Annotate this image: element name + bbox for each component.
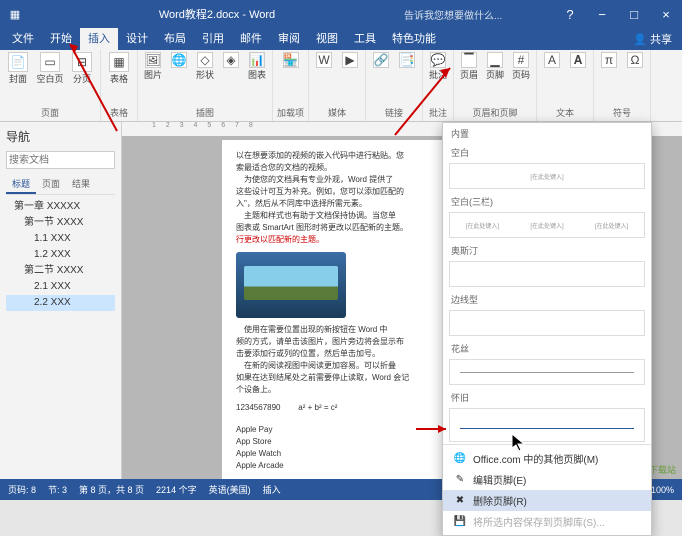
gallery-label-austin: 奥斯汀	[443, 240, 651, 259]
table-button[interactable]: ▦表格	[105, 52, 133, 85]
nav-title: 导航	[6, 128, 115, 145]
status-language[interactable]: 英语(美国)	[209, 483, 251, 496]
header-button[interactable]: ▔页眉	[458, 52, 480, 81]
wordart-button[interactable]: 𝐀	[567, 52, 589, 68]
store-button[interactable]: 🏪	[280, 52, 302, 68]
save-icon: 💾	[453, 516, 467, 527]
ribbon-group-text: 文本	[556, 106, 574, 119]
tab-insert[interactable]: 插入	[80, 28, 118, 50]
wikipedia-button[interactable]: W	[313, 52, 335, 68]
bookmark-button[interactable]: 📑	[396, 52, 418, 68]
gallery-label-edge: 边线型	[443, 289, 651, 308]
save-footer-menuitem: 💾将所选内容保存到页脚库(S)...	[443, 511, 651, 532]
globe-icon: 🌐	[453, 453, 467, 464]
symbol-button[interactable]: Ω	[624, 52, 646, 68]
tab-mailings[interactable]: 邮件	[232, 28, 270, 50]
status-page[interactable]: 页码: 8	[8, 483, 36, 496]
footer-thumb-blank3[interactable]: [在此处键入][在此处键入][在此处键入]	[449, 212, 645, 238]
ribbon-group-media: 媒体	[328, 106, 346, 119]
window-minimize[interactable]: −	[586, 7, 618, 22]
window-title: Word教程2.docx - Word	[30, 6, 404, 22]
nav-item[interactable]: 1.2 XXX	[6, 247, 115, 263]
nav-tab-pages[interactable]: 页面	[36, 175, 66, 194]
status-insert: 插入	[263, 483, 281, 496]
remove-footer-menuitem[interactable]: ✖删除页脚(R)	[443, 490, 651, 511]
app-icon: ▦	[0, 8, 30, 21]
tab-special[interactable]: 特色功能	[384, 28, 444, 50]
window-maximize[interactable]: □	[618, 7, 650, 22]
equation-button[interactable]: π	[598, 52, 620, 68]
tab-tools[interactable]: 工具	[346, 28, 384, 50]
nav-item[interactable]: 2.1 XXX	[6, 279, 115, 295]
comment-button[interactable]: 💬批注	[427, 52, 449, 81]
page-number-button[interactable]: #页码	[510, 52, 532, 81]
ribbon-group-addins: 加载项	[277, 106, 304, 119]
footer-thumb-flower[interactable]	[449, 359, 645, 385]
edit-footer-menuitem[interactable]: ✎编辑页脚(E)	[443, 469, 651, 490]
status-words[interactable]: 2214 个字	[156, 483, 197, 496]
ribbon-group-pages: 页面	[41, 106, 59, 119]
gallery-section-builtin: 内置	[443, 123, 651, 142]
tab-home[interactable]: 开始	[42, 28, 80, 50]
cover-page-button[interactable]: 📄封面	[4, 52, 32, 85]
gallery-label-blank3: 空白(三栏)	[443, 191, 651, 210]
footer-thumb-ribbon[interactable]	[449, 408, 645, 442]
gallery-label-ribbon: 怀旧	[443, 387, 651, 406]
blank-page-button[interactable]: ▭空白页	[36, 52, 64, 85]
cursor-icon	[512, 434, 526, 452]
ribbon-group-symbols: 符号	[613, 106, 631, 119]
online-pictures-button[interactable]: 🌐	[168, 52, 190, 68]
nav-item[interactable]: 第二节 XXXX	[6, 263, 115, 279]
nav-tree: 第一章 XXXXX 第一节 XXXX 1.1 XXX 1.2 XXX 第二节 X…	[6, 199, 115, 311]
ribbon-group-links: 链接	[385, 106, 403, 119]
tab-review[interactable]: 审阅	[270, 28, 308, 50]
tell-me-search[interactable]: 告诉我您想要做什么...	[404, 7, 554, 22]
picture-button[interactable]: 🖼图片	[142, 52, 164, 81]
ribbon-group-tables: 表格	[110, 106, 128, 119]
gallery-label-blank: 空白	[443, 142, 651, 161]
online-video-button[interactable]: ▶	[339, 52, 361, 68]
ribbon-group-headerfooter: 页眉和页脚	[473, 106, 518, 119]
nav-tab-results[interactable]: 结果	[66, 175, 96, 194]
window-close[interactable]: ×	[650, 7, 682, 22]
status-section: 节: 3	[48, 483, 67, 496]
nav-search-input[interactable]	[6, 151, 115, 169]
share-button[interactable]: 👤 共享	[623, 31, 682, 47]
tab-design[interactable]: 设计	[118, 28, 156, 50]
ribbon-group-comments: 批注	[429, 106, 447, 119]
status-pages[interactable]: 第 8 页，共 8 页	[79, 483, 144, 496]
footer-thumb-austin[interactable]	[449, 261, 645, 287]
tab-references[interactable]: 引用	[194, 28, 232, 50]
edit-icon: ✎	[453, 474, 467, 485]
tab-layout[interactable]: 布局	[156, 28, 194, 50]
nav-tab-headings[interactable]: 标题	[6, 175, 36, 194]
nav-item[interactable]: 第一节 XXXX	[6, 215, 115, 231]
gallery-label-flower: 花丝	[443, 338, 651, 357]
nav-item-selected[interactable]: 2.2 XXX	[6, 295, 115, 311]
footer-thumb-edge[interactable]	[449, 310, 645, 336]
textbox-button[interactable]: A	[541, 52, 563, 68]
link-button[interactable]: 🔗	[370, 52, 392, 68]
footer-thumb-blank[interactable]: [在此处键入]	[449, 163, 645, 189]
zoom-level[interactable]: 100%	[651, 485, 674, 495]
footer-gallery: 内置 空白 [在此处键入] 空白(三栏) [在此处键入][在此处键入][在此处键…	[442, 122, 652, 536]
tab-file[interactable]: 文件	[4, 28, 42, 50]
ribbon-group-illus: 插图	[196, 106, 214, 119]
chart-button[interactable]: 📊图表	[246, 52, 268, 81]
more-footers-office[interactable]: 🌐Office.com 中的其他页脚(M)	[443, 448, 651, 469]
nav-item[interactable]: 第一章 XXXXX	[6, 199, 115, 215]
delete-icon: ✖	[453, 495, 467, 506]
document-image[interactable]	[236, 252, 346, 318]
page-break-button[interactable]: ⊟分页	[68, 52, 96, 85]
footer-button[interactable]: ▁页脚	[484, 52, 506, 81]
smartart-button[interactable]: ◈	[220, 52, 242, 68]
shapes-button[interactable]: ◇形状	[194, 52, 216, 81]
nav-item[interactable]: 1.1 XXX	[6, 231, 115, 247]
tab-view[interactable]: 视图	[308, 28, 346, 50]
window-help-icon[interactable]: ?	[554, 7, 586, 22]
